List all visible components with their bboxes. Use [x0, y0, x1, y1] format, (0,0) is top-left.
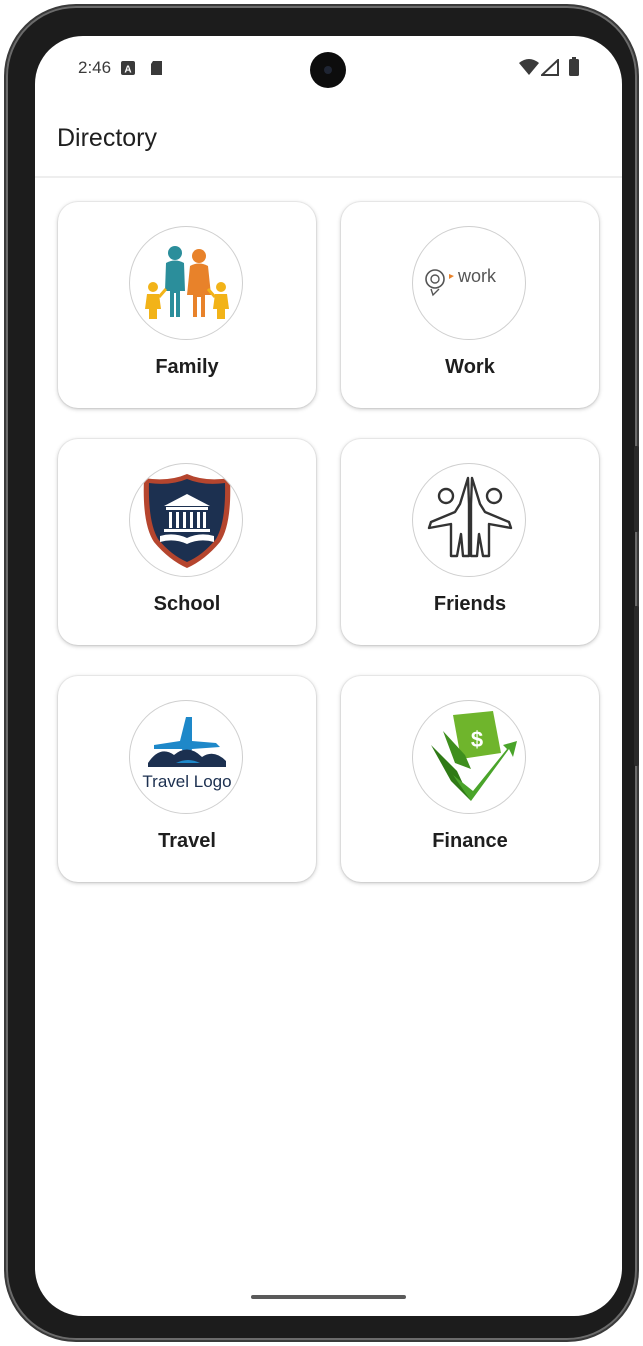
friends-high-five-logo-icon	[412, 463, 526, 577]
category-label: Friends	[433, 593, 507, 615]
home-indicator[interactable]	[251, 1295, 406, 1299]
travel-logo-icon: Travel Logo	[129, 700, 243, 814]
wifi-icon	[519, 59, 539, 75]
finance-logo-text: $	[471, 727, 483, 752]
volume-button	[634, 446, 639, 532]
category-card-finance[interactable]: $ Finance	[341, 676, 599, 882]
travel-logo-text: Travel Logo	[142, 772, 231, 791]
signal-icon	[541, 59, 559, 76]
sd-card-icon	[151, 61, 162, 75]
power-button	[634, 606, 639, 766]
category-label: Family	[155, 356, 219, 378]
category-card-work[interactable]: work Work	[341, 202, 599, 408]
front-camera	[310, 52, 346, 88]
category-card-friends[interactable]: Friends	[341, 439, 599, 645]
category-card-travel[interactable]: Travel Logo Travel	[58, 676, 316, 882]
category-label: Travel	[158, 830, 216, 852]
category-label: Work	[445, 356, 495, 378]
screen: 2:46 A Directory Family work Work School…	[35, 36, 622, 1316]
family-logo-icon	[129, 226, 243, 340]
battery-icon	[569, 57, 579, 76]
phone-frame: 2:46 A Directory Family work Work School…	[6, 6, 639, 1340]
notification-a-icon: A	[121, 61, 135, 76]
category-card-family[interactable]: Family	[58, 202, 316, 408]
category-label: Finance	[432, 830, 508, 852]
page-title: Directory	[57, 124, 158, 152]
finance-dollar-logo-icon: $	[412, 700, 526, 814]
school-crest-logo-icon	[129, 463, 243, 577]
category-label: School	[153, 593, 221, 615]
work-logo-icon: work	[412, 226, 526, 340]
status-time: 2:46	[78, 58, 112, 77]
app-bar: Directory	[35, 102, 622, 178]
status-bar: 2:46 A	[35, 36, 622, 102]
category-card-school[interactable]: School	[58, 439, 316, 645]
svg-text:A: A	[124, 65, 131, 76]
work-logo-text: work	[457, 266, 497, 286]
